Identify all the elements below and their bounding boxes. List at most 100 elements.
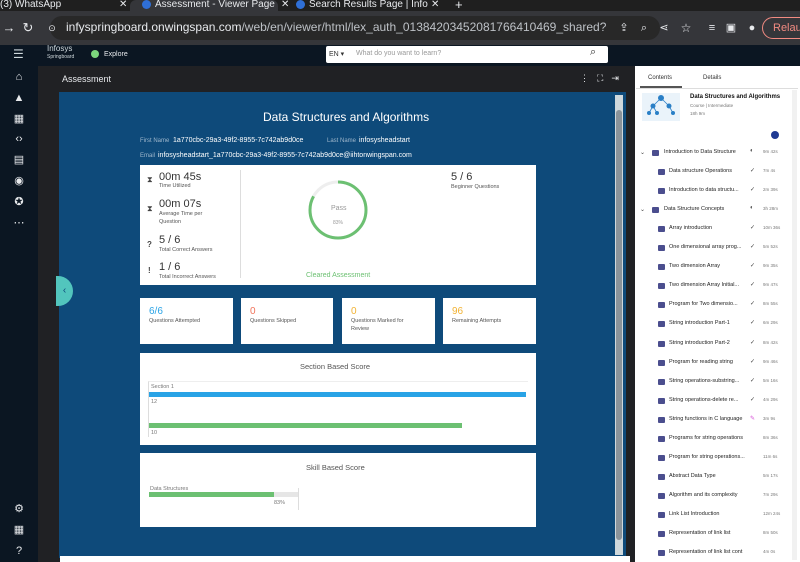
infosys-logo[interactable]: Infosys Springboard <box>47 45 74 61</box>
target-icon[interactable]: ◉ <box>11 173 27 189</box>
lesson-item[interactable]: Program for reading string ✓ 9m 46s <box>640 359 790 371</box>
navigate-icon[interactable]: ▲ <box>11 90 27 106</box>
side-panel-icon[interactable]: ▣ <box>722 19 740 37</box>
attempted-value: 6/6 <box>149 306 163 317</box>
search-input[interactable]: What do you want to learn? <box>356 50 441 57</box>
bookmark-star-icon[interactable]: ☆ <box>677 19 695 37</box>
favicon-icon <box>142 0 151 9</box>
check-icon: ✓ <box>750 378 756 384</box>
close-tab-icon[interactable]: ✕ <box>119 0 127 10</box>
info-icon[interactable] <box>771 131 779 139</box>
lesson-title: Abstract Data Type <box>669 473 716 479</box>
explore-link[interactable]: Explore <box>91 50 128 58</box>
module-header[interactable]: ⌄ Data Structure Concepts ◐ 3h 28m <box>640 205 790 218</box>
module-header[interactable]: ⌄ Introduction to Data Structure ◐ 9m 42s <box>640 148 790 161</box>
code-icon[interactable]: ‹› <box>11 131 27 147</box>
check-icon: ✓ <box>750 263 756 269</box>
lesson-item[interactable]: String operations-delete re... ✓ 4m 29s <box>640 397 790 409</box>
tab-whatsapp[interactable]: (3) WhatsApp <box>0 0 130 11</box>
url-text[interactable]: infyspringboard.onwingspan.com/web/en/vi… <box>66 20 606 34</box>
lesson-title: Link List Introduction <box>669 511 720 517</box>
lesson-item[interactable]: String operations-substring... ✓ 5m 16s <box>640 378 790 390</box>
tab-assessment[interactable]: Assessment - Viewer Page <box>130 0 278 11</box>
more-options-icon[interactable]: ⋮ <box>580 73 597 83</box>
lesson-item[interactable]: Representation of link list cont 4m 0s <box>640 549 790 561</box>
relaunch-button[interactable]: Relaun <box>762 17 800 39</box>
lesson-item[interactable]: Two dimension Array Initial... ✓ 9m 47s <box>640 282 790 294</box>
lesson-item[interactable]: Program for Two dimensio... ✓ 8m 55s <box>640 301 790 313</box>
chat-icon[interactable]: ▤ <box>11 152 27 168</box>
lesson-item[interactable]: Programs for string operations 8m 36s <box>640 435 790 447</box>
scrollbar-thumb[interactable] <box>616 110 622 540</box>
forward-icon[interactable]: → <box>0 19 18 37</box>
tab-search-results[interactable]: Search Results Page | Info <box>296 0 436 11</box>
settings-icon[interactable]: ⚙ <box>11 501 27 517</box>
lesson-item[interactable]: Array introduction ✓ 10m 36s <box>640 225 790 237</box>
home-icon[interactable]: ⌂ <box>11 69 27 85</box>
incorrect-label: Total Incorrect Answers <box>159 274 216 280</box>
search-icon[interactable]: ⌕ <box>590 46 596 59</box>
module-title: Data Structure Concepts <box>664 206 725 212</box>
lesson-item[interactable]: Introduction to data structu... ✓ 2m 39s <box>640 187 790 199</box>
lesson-title: Representation of link list <box>669 530 731 536</box>
favicon-icon <box>296 0 305 9</box>
install-app-icon[interactable]: ⇪ <box>615 19 633 37</box>
cleared-status: Cleared Assessment <box>306 272 371 279</box>
check-icon: ✓ <box>750 397 756 403</box>
skill-bar-fill <box>149 492 274 497</box>
briefcase-icon[interactable]: ▦ <box>11 111 27 127</box>
lesson-item[interactable]: String introduction Part-1 ✓ 6m 29s <box>640 320 790 332</box>
lesson-icon <box>658 455 665 461</box>
lesson-icon <box>658 188 665 194</box>
lesson-item[interactable]: Link List Introduction 12m 24s <box>640 511 790 523</box>
lesson-item[interactable]: Representation of link list 8m 50s <box>640 530 790 542</box>
more-icon[interactable]: ⋯ <box>11 215 27 231</box>
globe-icon[interactable]: ✪ <box>11 194 27 210</box>
duration-label: 3h 28m <box>763 206 779 211</box>
lesson-item[interactable]: Program for string operations... 11m 6s <box>640 454 790 466</box>
lesson-item[interactable]: String introduction Part-2 ✓ 8m 42s <box>640 340 790 352</box>
help-icon[interactable]: ? <box>11 543 27 559</box>
collapse-panel-icon[interactable]: ⇥ <box>611 73 627 83</box>
share-icon[interactable]: ⋖ <box>655 19 673 37</box>
menu-icon[interactable]: ☰ <box>13 47 24 61</box>
lesson-item[interactable]: String functions in C language ✎ 3m 9s <box>640 416 790 428</box>
new-tab-icon[interactable]: + <box>455 0 463 11</box>
reload-icon[interactable]: ↻ <box>19 19 37 37</box>
lesson-title: Array introduction <box>669 225 713 231</box>
tab-contents[interactable]: Contents <box>648 75 672 81</box>
profile-icon[interactable]: ● <box>743 19 761 37</box>
lesson-icon <box>658 398 665 404</box>
language-select[interactable]: EN ▾ <box>329 50 344 58</box>
tab-details[interactable]: Details <box>703 75 721 81</box>
chevron-down-icon[interactable]: ⌄ <box>640 206 645 213</box>
beginner-value: 5 / 6 <box>451 171 473 183</box>
lesson-item[interactable]: One dimensional array prog... ✓ 5m 52s <box>640 244 790 256</box>
lesson-icon <box>658 512 665 518</box>
zoom-icon[interactable]: ⌕ <box>635 19 653 37</box>
correct-label: Total Correct Answers <box>159 247 213 253</box>
check-icon: ✓ <box>750 225 756 231</box>
fullscreen-icon[interactable]: ⛶ <box>597 73 611 83</box>
exclamation-icon: ! <box>148 266 151 275</box>
lesson-item[interactable]: Two dimension Array ✓ 9m 35s <box>640 263 790 275</box>
lesson-icon <box>658 493 665 499</box>
time-utilized-label: Time Utilized <box>159 183 191 189</box>
pass-percentage: 83% <box>333 220 344 226</box>
lesson-item[interactable]: Data structure Operations ✓ 7m 4s <box>640 168 790 180</box>
site-info-icon[interactable]: ⊙ <box>43 19 61 37</box>
lesson-item[interactable]: Algorithm and its complexity 7m 29s <box>640 492 790 504</box>
apps-grid-icon[interactable]: ▦ <box>11 522 27 538</box>
check-icon: ✓ <box>750 168 756 174</box>
first-name-value: 1a770cbc-29a3-49f2-8955-7c742ab9d0ce <box>173 137 304 144</box>
chevron-down-icon[interactable]: ⌄ <box>640 149 645 156</box>
check-icon: ✓ <box>750 320 756 326</box>
logo-text: Infosys <box>47 44 73 53</box>
close-tab-icon[interactable]: ✕ <box>281 0 289 10</box>
contents-scrollbar[interactable] <box>792 90 797 560</box>
lesson-item[interactable]: Abstract Data Type 5m 17s <box>640 473 790 485</box>
duration-label: 9m 46s <box>763 359 778 364</box>
close-tab-icon[interactable]: ✕ <box>431 0 439 10</box>
reading-list-icon[interactable]: ≡ <box>703 19 721 37</box>
first-name-label: First Name <box>140 138 170 144</box>
